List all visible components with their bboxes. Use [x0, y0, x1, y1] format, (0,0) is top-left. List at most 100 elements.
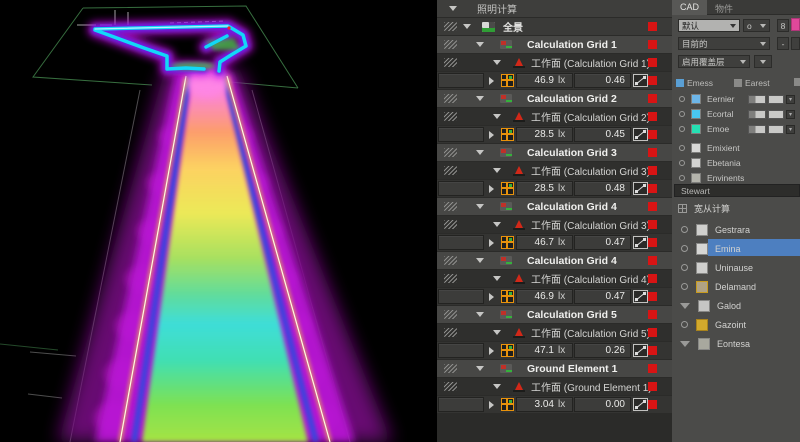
mode-dropdown[interactable]: o — [743, 19, 770, 32]
values-row[interactable]: 46.7 lx 0.47 — [437, 234, 672, 251]
item-color-swatch[interactable] — [698, 300, 710, 312]
visibility-eye-icon[interactable] — [681, 264, 688, 271]
layer-color-swatch[interactable] — [691, 124, 701, 134]
visibility-eye-icon[interactable] — [679, 126, 685, 132]
surface-row[interactable]: 工作面 (Calculation Grid 3) — [437, 216, 672, 233]
layer-more-button[interactable]: ▾ — [786, 110, 795, 119]
collapse-caret-icon[interactable] — [476, 42, 484, 47]
visibility-hatch-icon[interactable] — [444, 382, 457, 391]
values-row[interactable]: 46.9 lx 0.46 — [437, 72, 672, 89]
grid-header-row[interactable]: Calculation Grid 5 — [437, 306, 672, 323]
visibility-eye-icon[interactable] — [681, 321, 688, 328]
layer-row[interactable]: Emoe ▾ — [672, 122, 800, 136]
filter-dropdown[interactable]: 目前的 — [678, 37, 770, 50]
calc-grid-toggle-icon[interactable] — [501, 236, 514, 249]
status-indicator[interactable] — [648, 112, 657, 121]
calc-grid-toggle-icon[interactable] — [501, 128, 514, 141]
visibility-eye-icon[interactable] — [679, 160, 685, 166]
status-indicator[interactable] — [648, 292, 657, 301]
layer-row[interactable]: Ecortal ▾ — [672, 107, 800, 121]
collapse-caret-icon[interactable] — [493, 114, 501, 119]
calc-grid-toggle-icon[interactable] — [501, 290, 514, 303]
surface-row[interactable]: 工作面 (Calculation Grid 1) — [437, 54, 672, 71]
section-item[interactable]: Delamand — [672, 277, 800, 296]
visibility-hatch-icon[interactable] — [444, 58, 457, 67]
collapse-caret-icon[interactable] — [476, 150, 484, 155]
status-indicator[interactable] — [648, 130, 657, 139]
visibility-hatch-icon[interactable] — [444, 256, 457, 265]
factor-cell[interactable]: 0.46 — [574, 73, 631, 88]
cut-button[interactable] — [791, 37, 800, 50]
surface-row[interactable]: 工作面 (Calculation Grid 2) — [437, 108, 672, 125]
list-header-right[interactable]: Earest — [734, 78, 770, 88]
layer-color-swatch[interactable] — [691, 158, 701, 168]
section-item[interactable]: Gestrara — [672, 220, 800, 239]
item-color-swatch[interactable] — [698, 338, 710, 350]
expand-caret-icon[interactable] — [489, 347, 494, 355]
layer-option-button[interactable] — [768, 95, 784, 104]
visibility-eye-icon[interactable] — [681, 283, 688, 290]
falloff-curve-icon[interactable] — [633, 128, 648, 141]
grid-header-row[interactable]: Calculation Grid 4 — [437, 252, 672, 269]
layer-more-button[interactable]: ▾ — [786, 125, 795, 134]
values-row[interactable]: 28.5 lx 0.45 — [437, 126, 672, 143]
layer-option-button[interactable] — [748, 95, 766, 104]
status-indicator[interactable] — [648, 22, 657, 31]
visibility-hatch-icon[interactable] — [444, 220, 457, 229]
grid-header-row[interactable]: Calculation Grid 4 — [437, 198, 672, 215]
status-indicator[interactable] — [648, 76, 657, 85]
section-item[interactable]: Eontesa — [672, 334, 800, 353]
overlay-expand-button[interactable] — [754, 55, 772, 68]
status-indicator[interactable] — [648, 40, 657, 49]
falloff-curve-icon[interactable] — [633, 290, 648, 303]
layer-row[interactable]: Envinents — [672, 171, 800, 185]
status-indicator[interactable] — [648, 256, 657, 265]
falloff-curve-icon[interactable] — [633, 182, 648, 195]
3d-viewport[interactable] — [0, 0, 437, 442]
tab-objects[interactable]: 物件 — [707, 0, 741, 15]
visibility-eye-icon[interactable] — [679, 111, 685, 117]
collapse-caret-icon[interactable] — [476, 204, 484, 209]
item-color-swatch[interactable] — [696, 281, 708, 293]
triangle-icon[interactable] — [680, 303, 690, 309]
section-item[interactable]: Gazoint — [672, 315, 800, 334]
list-header-left[interactable]: Emess — [676, 78, 713, 88]
calc-grid-toggle-icon[interactable] — [501, 344, 514, 357]
grid-header-row[interactable]: Calculation Grid 3 — [437, 144, 672, 161]
collapse-caret-icon[interactable] — [476, 366, 484, 371]
surface-row[interactable]: 工作面 (Calculation Grid 3) — [437, 162, 672, 179]
visibility-eye-icon[interactable] — [679, 96, 685, 102]
collapse-caret-icon[interactable] — [493, 168, 501, 173]
factor-cell[interactable]: 0.48 — [574, 181, 631, 196]
status-indicator[interactable] — [648, 202, 657, 211]
status-indicator[interactable] — [648, 382, 657, 391]
calc-grid-toggle-icon[interactable] — [501, 74, 514, 87]
factor-cell[interactable]: 0.45 — [574, 127, 631, 142]
collapse-caret-icon[interactable] — [476, 258, 484, 263]
expand-caret-icon[interactable] — [489, 131, 494, 139]
illuminance-cell[interactable]: 3.04 lx — [516, 397, 573, 412]
layer-color-swatch[interactable] — [691, 173, 701, 183]
layer-option-button[interactable] — [748, 125, 766, 134]
illuminance-cell[interactable]: 47.1 lx — [516, 343, 573, 358]
factor-cell[interactable]: 0.47 — [574, 289, 631, 304]
visibility-hatch-icon[interactable] — [444, 166, 457, 175]
status-indicator[interactable] — [648, 220, 657, 229]
collapse-caret-icon[interactable] — [493, 60, 501, 65]
layer-color-swatch[interactable] — [691, 94, 701, 104]
item-color-swatch[interactable] — [696, 319, 708, 331]
layer-row[interactable]: Emixient — [672, 141, 800, 155]
visibility-eye-icon[interactable] — [679, 145, 685, 151]
status-indicator[interactable] — [648, 310, 657, 319]
status-indicator[interactable] — [648, 328, 657, 337]
tree-title-row[interactable]: 照明计算 — [437, 0, 672, 17]
tab-cad[interactable]: CAD — [672, 0, 707, 15]
expand-caret-icon[interactable] — [489, 401, 494, 409]
item-color-swatch[interactable] — [696, 224, 708, 236]
factor-cell[interactable]: 0.26 — [574, 343, 631, 358]
visibility-eye-icon[interactable] — [681, 226, 688, 233]
illuminance-cell[interactable]: 28.5 lx — [516, 127, 573, 142]
collapse-caret-icon[interactable] — [493, 384, 501, 389]
collapse-caret-icon[interactable] — [476, 312, 484, 317]
grid-header-row[interactable]: Calculation Grid 1 — [437, 36, 672, 53]
